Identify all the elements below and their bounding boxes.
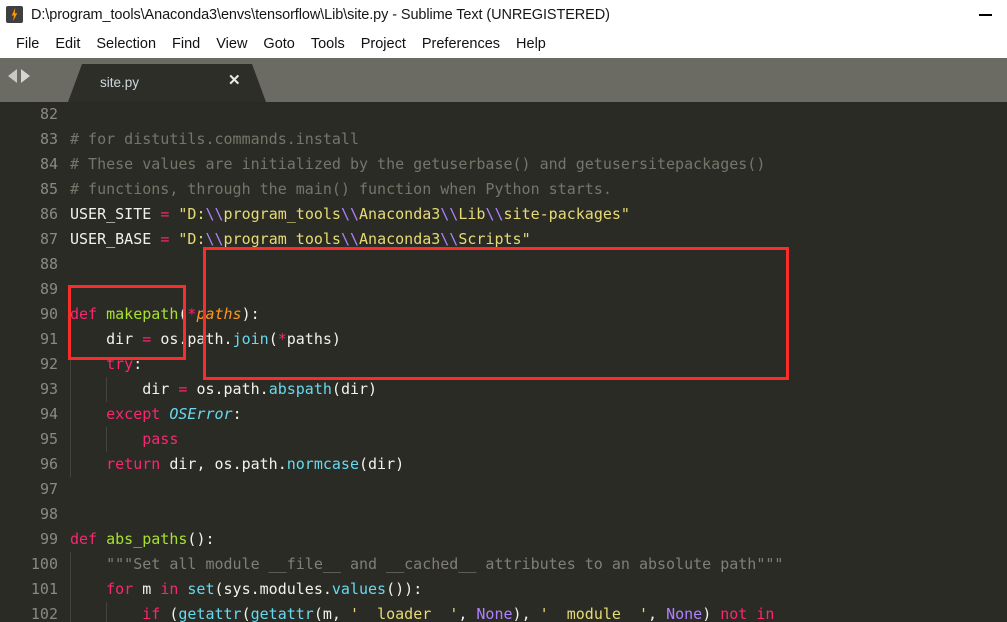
menu-item-goto[interactable]: Goto xyxy=(255,34,302,54)
line-number: 102 xyxy=(30,605,58,622)
sublime-text-icon xyxy=(6,6,23,23)
line-content: USER_SITE = "D:\\program_tools\\Anaconda… xyxy=(70,205,630,223)
menu-item-help[interactable]: Help xyxy=(508,34,554,54)
code-editor[interactable]: 82 83 # for distutils.commands.install 84 # … xyxy=(0,102,1007,622)
line-content: try: xyxy=(106,355,143,373)
line-number: 91 xyxy=(39,330,58,348)
line-number: 93 xyxy=(39,380,58,398)
line-content: return dir, os.path.normcase(dir) xyxy=(106,455,405,473)
line-number: 87 xyxy=(39,230,58,248)
line-number: 83 xyxy=(39,130,58,148)
line-number: 100 xyxy=(30,555,58,573)
line-number: 101 xyxy=(30,580,58,598)
line-content: def makepath(*paths): xyxy=(70,305,260,323)
arrow-right-icon[interactable] xyxy=(21,69,30,83)
title-bar: D:\program_tools\Anaconda3\envs\tensorfl… xyxy=(0,0,1007,29)
code-line: 83 # for distutils.commands.install xyxy=(0,127,1007,152)
close-icon[interactable]: ✕ xyxy=(228,72,241,90)
line-content: def abs_paths(): xyxy=(70,530,215,548)
line-number: 95 xyxy=(39,430,58,448)
code-line: 102 if (getattr(getattr(m, '__loader__',… xyxy=(0,602,1007,622)
line-content: USER_BASE = "D:\\program_tools\\Anaconda… xyxy=(70,230,531,248)
line-number: 82 xyxy=(39,105,58,123)
menu-item-find[interactable]: Find xyxy=(164,34,208,54)
code-line: 101 for m in set(sys.modules.values()): xyxy=(0,577,1007,602)
line-content: """Set all module __file__ and __cached_… xyxy=(70,555,784,573)
code-line: 89 xyxy=(0,277,1007,302)
tab-bar: site.py ✕ xyxy=(0,58,1007,102)
menu-item-file[interactable]: File xyxy=(8,34,47,54)
minimize-button[interactable] xyxy=(963,0,1007,29)
code-line: 87 USER_BASE = "D:\\program_tools\\Anacon… xyxy=(0,227,1007,252)
code-line: 97 xyxy=(0,477,1007,502)
menu-item-preferences[interactable]: Preferences xyxy=(414,34,508,54)
line-content: except OSError: xyxy=(106,405,242,423)
sublime-text-window: D:\program_tools\Anaconda3\envs\tensorfl… xyxy=(0,0,1007,622)
tab-nav-arrows xyxy=(8,69,30,83)
code-line: 99 def abs_paths(): xyxy=(0,527,1007,552)
minimize-icon xyxy=(978,13,992,16)
menu-item-tools[interactable]: Tools xyxy=(303,34,353,54)
code-line: 85 # functions, through the main() functi… xyxy=(0,177,1007,202)
line-content: for m in set(sys.modules.values()): xyxy=(106,580,423,598)
tab-label: site.py xyxy=(100,75,140,90)
line-number: 94 xyxy=(39,405,58,423)
code-line: 98 xyxy=(0,502,1007,527)
code-line: 91 dir = os.path.join(*paths) xyxy=(0,327,1007,352)
tab-site-py[interactable]: site.py ✕ xyxy=(68,64,266,102)
menu-item-edit[interactable]: Edit xyxy=(47,34,88,54)
line-number: 90 xyxy=(39,305,58,323)
code-line: 100 """Set all module __file__ and __cac… xyxy=(0,552,1007,577)
menu-item-view[interactable]: View xyxy=(208,34,255,54)
window-title: D:\program_tools\Anaconda3\envs\tensorfl… xyxy=(31,6,610,23)
line-number: 96 xyxy=(39,455,58,473)
line-number: 85 xyxy=(39,180,58,198)
line-content: # functions, through the main() function… xyxy=(70,180,612,198)
line-content: pass xyxy=(142,430,179,448)
code-line: 82 xyxy=(0,102,1007,127)
code-line: 93 dir = os.path.abspath(dir) xyxy=(0,377,1007,402)
line-number: 99 xyxy=(39,530,58,548)
menu-bar: File Edit Selection Find View Goto Tools… xyxy=(0,29,1007,58)
code-line: 84 # These values are initialized by the … xyxy=(0,152,1007,177)
window-controls xyxy=(963,0,1007,29)
line-content: # for distutils.commands.install xyxy=(70,130,359,148)
arrow-left-icon[interactable] xyxy=(8,69,17,83)
code-line: 96 return dir, os.path.normcase(dir) xyxy=(0,452,1007,477)
line-number: 92 xyxy=(39,355,58,373)
code-line: 86 USER_SITE = "D:\\program_tools\\Anacon… xyxy=(0,202,1007,227)
code-line: 88 xyxy=(0,252,1007,277)
line-number: 86 xyxy=(39,205,58,223)
menu-item-project[interactable]: Project xyxy=(353,34,414,54)
line-content: if (getattr(getattr(m, '__loader__', Non… xyxy=(142,605,775,622)
code-lines[interactable]: 82 83 # for distutils.commands.install 84 # … xyxy=(0,102,1007,622)
code-line: 94 except OSError: xyxy=(0,402,1007,427)
line-number: 98 xyxy=(39,505,58,523)
code-line: 95 pass xyxy=(0,427,1007,452)
code-line: 92 try: xyxy=(0,352,1007,377)
menu-item-selection[interactable]: Selection xyxy=(88,34,164,54)
line-number: 84 xyxy=(39,155,58,173)
line-number: 97 xyxy=(39,480,58,498)
code-line: 90 def makepath(*paths): xyxy=(0,302,1007,327)
line-number: 88 xyxy=(39,255,58,273)
line-number: 89 xyxy=(39,280,58,298)
line-content: # These values are initialized by the ge… xyxy=(70,155,766,173)
line-content: dir = os.path.abspath(dir) xyxy=(142,380,378,398)
line-content: dir = os.path.join(*paths) xyxy=(106,330,341,348)
